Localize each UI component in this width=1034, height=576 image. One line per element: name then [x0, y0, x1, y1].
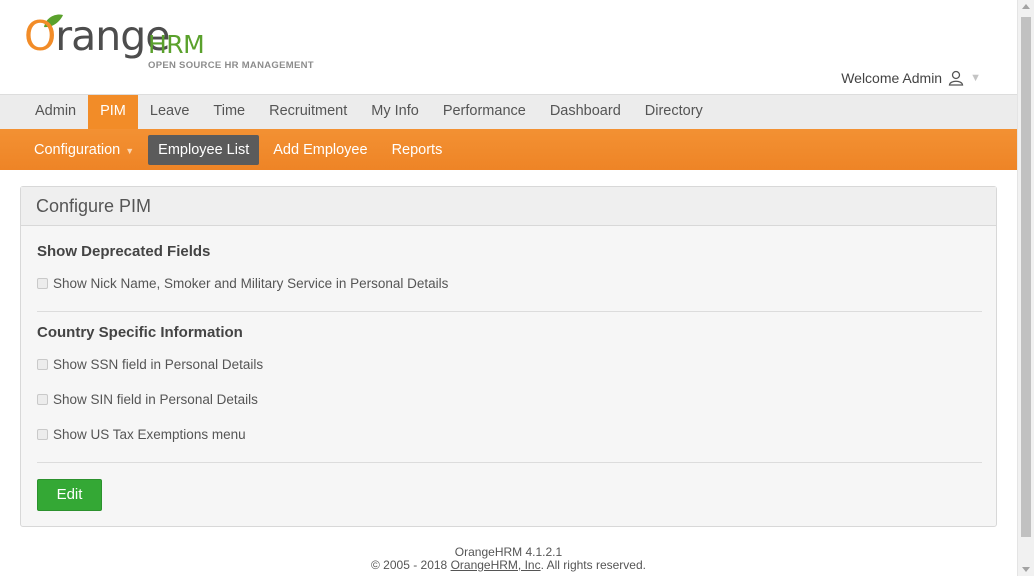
header: Orange HRM OPEN SOURCE HR MANAGEMENT Wel… [0, 0, 1017, 94]
sub-nav: Configuration ▼ Employee List Add Employe… [0, 129, 1017, 170]
scrollbar-thumb[interactable] [1021, 17, 1031, 537]
panel-title: Configure PIM [21, 187, 996, 226]
ssn-checkbox[interactable] [37, 359, 48, 370]
nav-item-admin[interactable]: Admin [23, 95, 88, 130]
edit-button[interactable]: Edit [37, 479, 102, 511]
orangehrm-logo[interactable]: Orange HRM OPEN SOURCE HR MANAGEMENT [24, 12, 314, 76]
main-nav: Admin PIM Leave Time Recruitment My Info… [0, 94, 1017, 130]
sin-option-label: Show SIN field in Personal Details [53, 392, 258, 407]
ssn-option-row: Show SSN field in Personal Details [37, 357, 263, 372]
copyright-prefix: © 2005 - 2018 [371, 558, 448, 572]
configure-pim-panel: Configure PIM Show Deprecated Fields Sho… [20, 186, 997, 527]
subnav-add-employee[interactable]: Add Employee [263, 135, 377, 165]
deprecated-option-row: Show Nick Name, Smoker and Military Serv… [37, 276, 448, 291]
logo-tagline: OPEN SOURCE HR MANAGEMENT [148, 60, 314, 71]
nav-item-time[interactable]: Time [201, 95, 257, 130]
chevron-down-icon: ▼ [970, 72, 981, 84]
page: Orange HRM OPEN SOURCE HR MANAGEMENT Wel… [0, 0, 1017, 576]
company-link[interactable]: OrangeHRM, Inc [451, 558, 541, 572]
nav-item-recruitment[interactable]: Recruitment [257, 95, 359, 130]
deprecated-fields-heading: Show Deprecated Fields [37, 243, 211, 260]
country-info-heading: Country Specific Information [37, 324, 243, 341]
nav-item-my-info[interactable]: My Info [359, 95, 431, 130]
divider [37, 311, 982, 312]
sin-option-row: Show SIN field in Personal Details [37, 392, 258, 407]
subnav-reports[interactable]: Reports [382, 135, 453, 165]
ssn-option-label: Show SSN field in Personal Details [53, 357, 264, 372]
subnav-configuration-label: Configuration [34, 141, 121, 158]
chevron-down-icon: ▼ [125, 145, 135, 156]
vertical-scrollbar[interactable] [1017, 0, 1034, 576]
user-icon [948, 70, 964, 86]
scroll-down-icon[interactable] [1022, 567, 1030, 572]
nav-item-directory[interactable]: Directory [633, 95, 715, 130]
deprecated-option-label: Show Nick Name, Smoker and Military Serv… [53, 276, 449, 291]
tax-exemptions-checkbox[interactable] [37, 429, 48, 440]
nav-item-leave[interactable]: Leave [138, 95, 202, 130]
footer-version: OrangeHRM 4.1.2.1 [454, 545, 563, 559]
nav-item-pim[interactable]: PIM [88, 95, 138, 130]
tax-option-label: Show US Tax Exemptions menu [53, 427, 246, 442]
tax-option-row: Show US Tax Exemptions menu [37, 427, 246, 442]
subnav-configuration[interactable]: Configuration ▼ [24, 135, 144, 165]
welcome-text: Welcome Admin [841, 70, 943, 86]
nav-item-dashboard[interactable]: Dashboard [538, 95, 633, 130]
copyright-suffix: . All rights reserved. [540, 558, 646, 572]
logo-hrm: HRM [148, 30, 205, 59]
divider [37, 462, 982, 463]
scroll-up-icon[interactable] [1022, 4, 1030, 9]
nav-item-performance[interactable]: Performance [431, 95, 538, 130]
sin-checkbox[interactable] [37, 394, 48, 405]
subnav-employee-list[interactable]: Employee List [148, 134, 260, 165]
welcome-menu[interactable]: Welcome Admin ▼ [841, 70, 981, 86]
footer-copyright: © 2005 - 2018 OrangeHRM, Inc. All rights… [0, 558, 1017, 572]
deprecated-fields-checkbox[interactable] [37, 278, 48, 289]
